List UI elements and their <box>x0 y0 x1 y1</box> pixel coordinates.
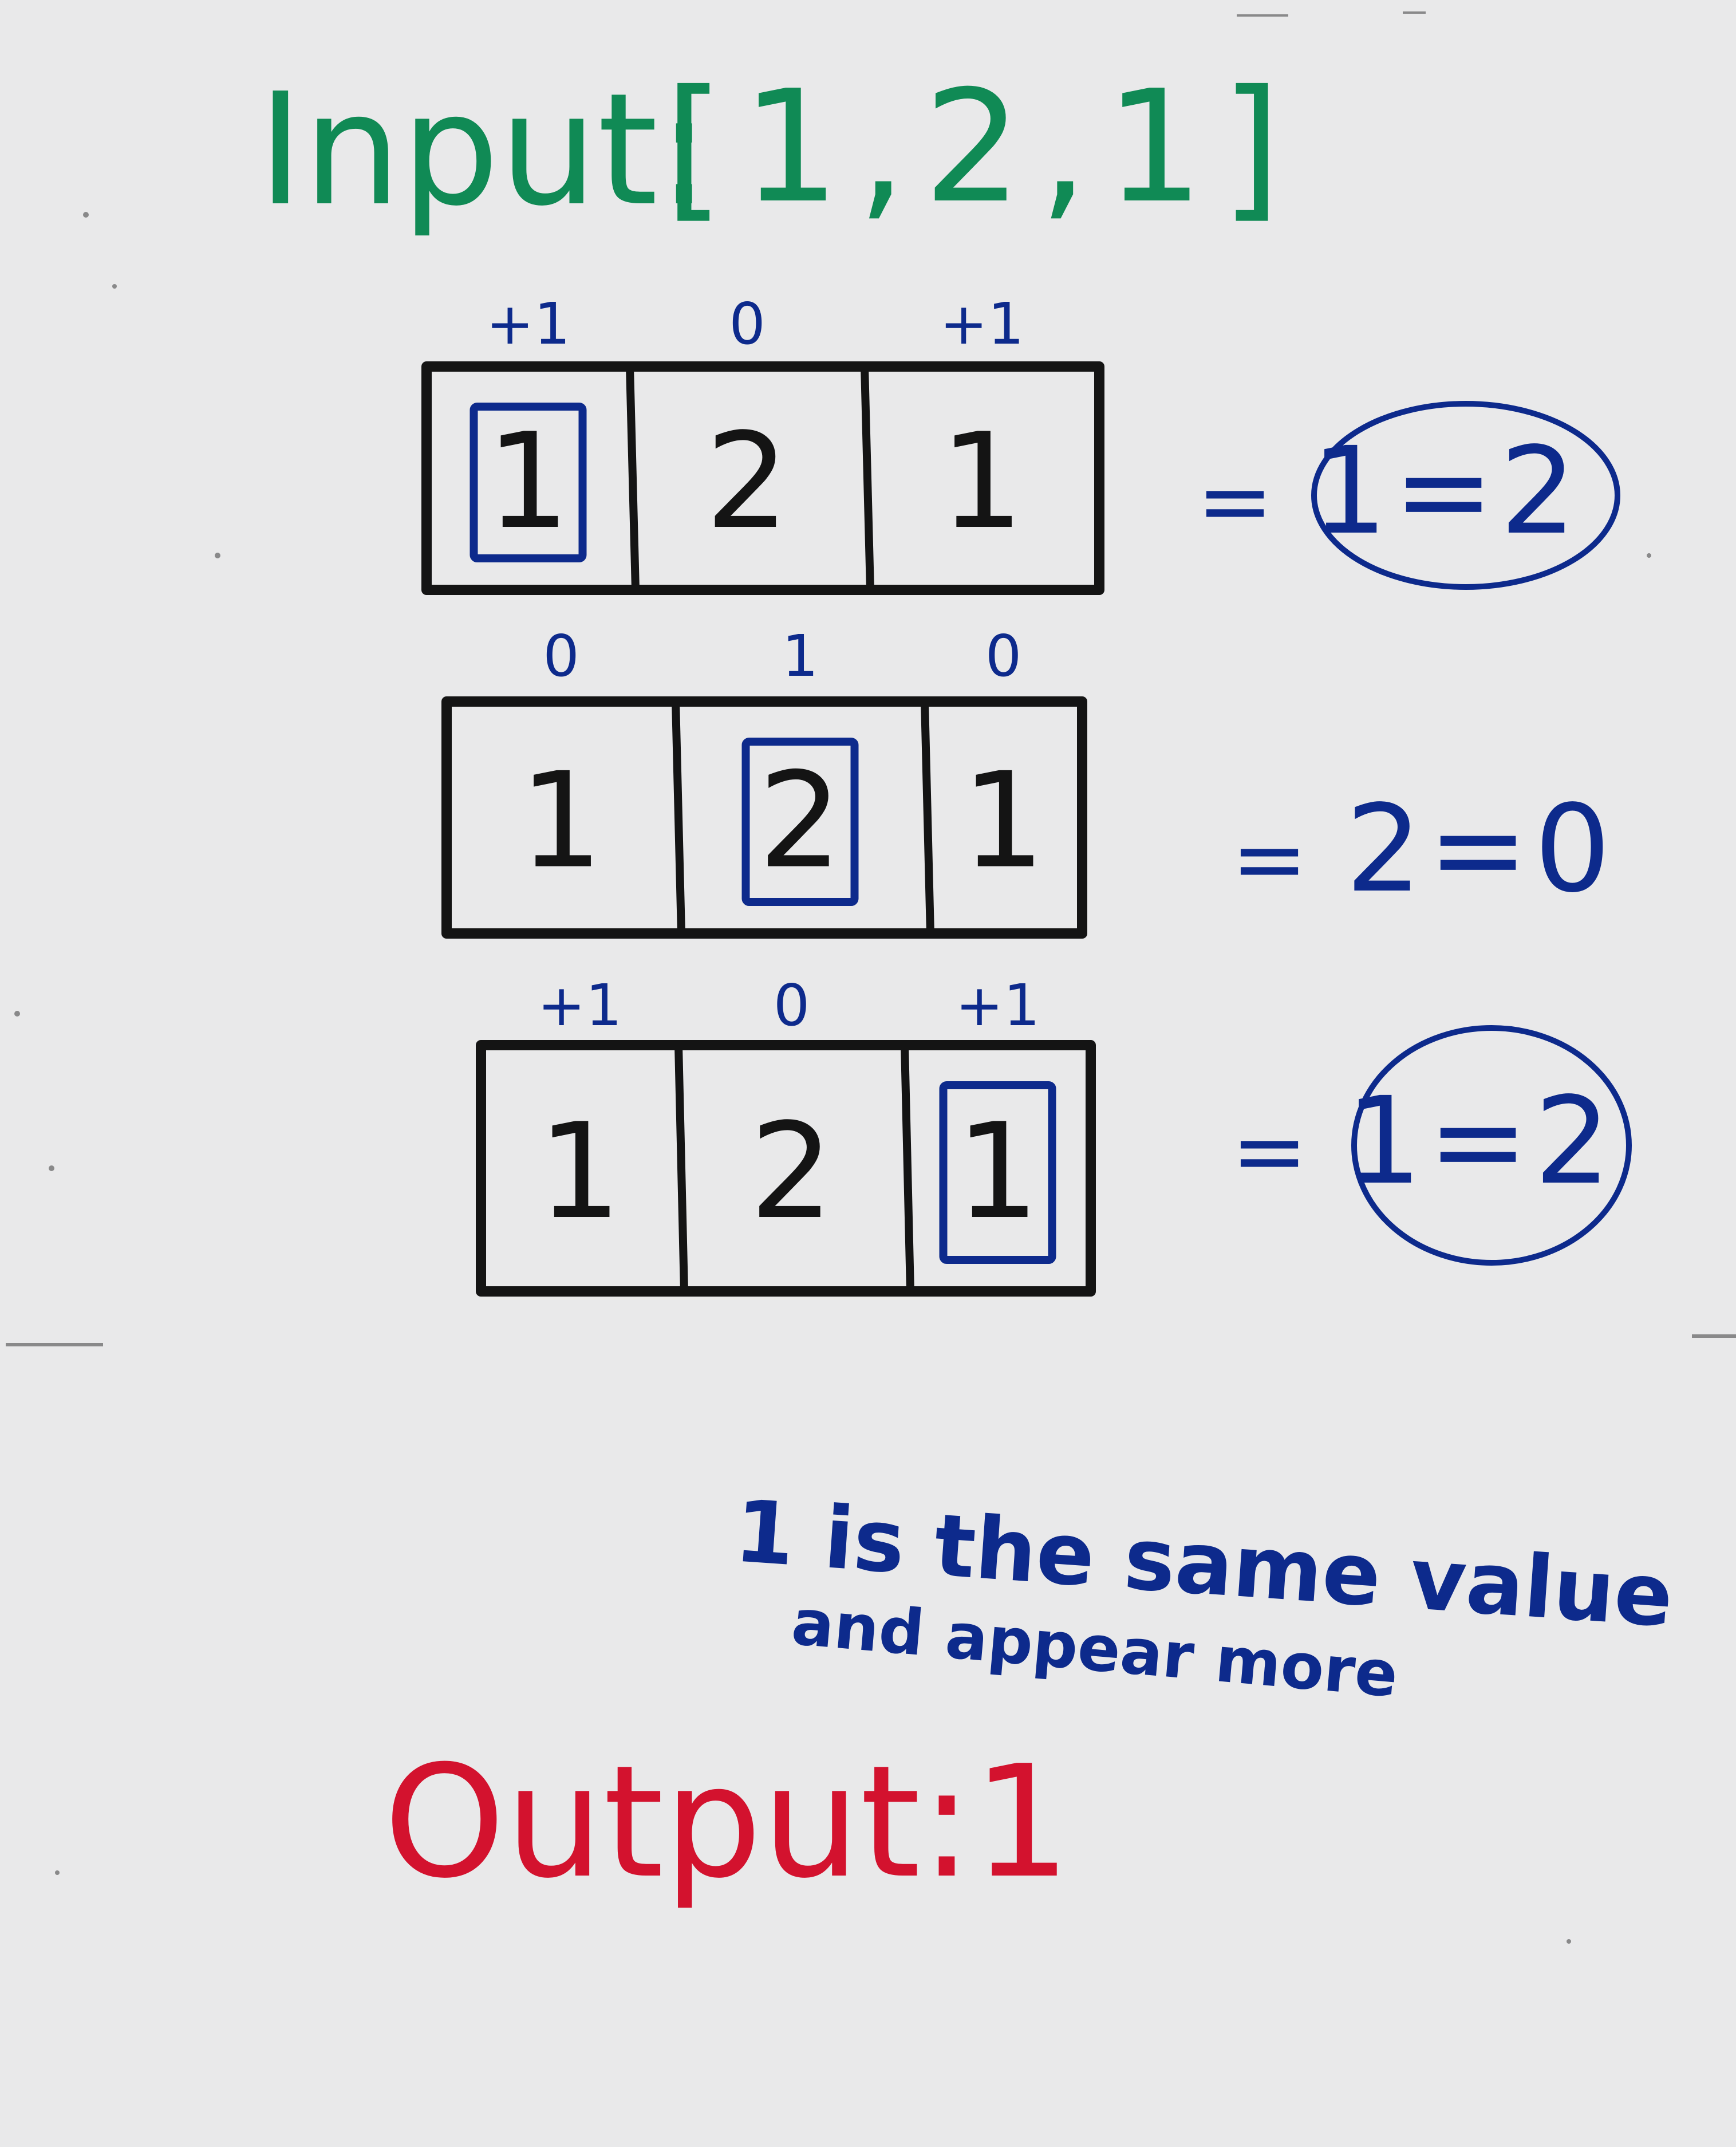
row-1-divider <box>861 366 874 590</box>
row-2-result: 2=0 <box>1346 779 1616 919</box>
row-3-cell: 1 <box>956 1096 1039 1248</box>
output-text: Output:1 <box>384 1732 1071 1912</box>
row-1-cell: 1 <box>940 405 1024 558</box>
row-3-cell: 1 <box>538 1096 621 1248</box>
row-3-divider <box>901 1045 914 1292</box>
row-1-divider <box>626 366 640 590</box>
rows-group: 1+1201+1= 1=2102110= 2=01+1201+1= 1=2 <box>421 290 1632 1297</box>
row-1-weight: +1 <box>486 290 570 357</box>
row-3-weight: 0 <box>774 972 810 1039</box>
row-2-divider <box>921 701 934 934</box>
row-3-weight: +1 <box>956 972 1040 1039</box>
whiteboard: Input: [1,2,1] 1+1201+1= 1=2102110= 2=01+1… <box>6 11 1736 1944</box>
row-1-cell: 1 <box>486 405 570 558</box>
row-3-weight: +1 <box>538 972 622 1039</box>
row-3-divider <box>674 1045 688 1292</box>
row-3-result-eq: = <box>1231 1097 1308 1204</box>
row-2-weight: 0 <box>985 623 1022 690</box>
row-2-cell: 1 <box>519 745 603 898</box>
row-2-weight: 1 <box>782 623 819 690</box>
row-3-cell: 2 <box>749 1096 833 1248</box>
row-1-result: 1=2 <box>1311 421 1582 561</box>
row-1-weight: 0 <box>729 290 766 357</box>
row-1-cell: 2 <box>705 405 789 558</box>
row-2-divider <box>672 701 685 934</box>
row-2-cell: 1 <box>961 745 1045 898</box>
input-array: [1,2,1] <box>664 57 1299 237</box>
row-1-result-eq: = <box>1197 447 1273 554</box>
input-label: Input: <box>258 60 710 240</box>
row-3-result: 1=2 <box>1346 1071 1616 1211</box>
row-2-result-eq: = <box>1231 805 1308 912</box>
row-1-weight: +1 <box>940 290 1024 357</box>
row-2-cell: 2 <box>758 745 842 898</box>
row-2-weight: 0 <box>543 623 579 690</box>
